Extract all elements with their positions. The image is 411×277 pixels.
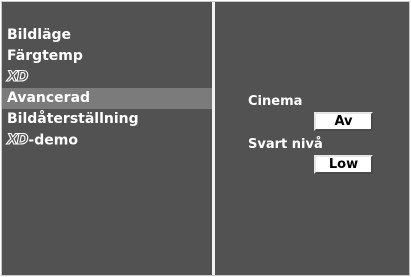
tv-osd-menu: Bildläge Färgtemp XD Avancerad Bildåters… xyxy=(1,1,410,276)
menu-item-label: Bildläge xyxy=(7,27,72,43)
xd-logo: XD xyxy=(6,131,29,148)
menu-item-label: Avancerad xyxy=(7,90,91,106)
menu-item-bildlage[interactable]: Bildläge xyxy=(2,25,212,46)
black-level-value-box[interactable]: Low xyxy=(314,155,373,174)
menu-item-xd-demo[interactable]: XD-demo xyxy=(2,130,212,151)
xd-logo: XD xyxy=(6,68,29,85)
menu-item-label: -demo xyxy=(28,132,78,149)
menu-item-bildaterstallning[interactable]: Bildåterställning xyxy=(2,109,212,130)
menu-item-fargtemp[interactable]: Färgtemp xyxy=(2,46,212,67)
black-level-label: Svart nivå xyxy=(248,137,323,152)
menu-item-xd[interactable]: XD xyxy=(2,67,212,88)
cinema-label: Cinema xyxy=(248,94,303,109)
menu-item-avancerad[interactable]: Avancerad xyxy=(2,88,212,109)
cinema-value-box[interactable]: Av xyxy=(314,112,373,131)
panel-divider xyxy=(212,2,215,275)
advanced-settings-panel: Cinema Av Svart nivå Low xyxy=(248,92,373,178)
menu-item-label: Bildåterställning xyxy=(7,111,139,127)
picture-menu: Bildläge Färgtemp XD Avancerad Bildåters… xyxy=(2,25,212,151)
menu-item-label: Färgtemp xyxy=(7,48,83,64)
